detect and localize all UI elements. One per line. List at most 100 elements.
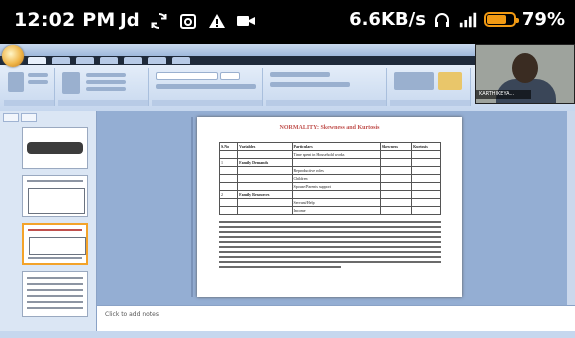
ribbon-tab-slideshow[interactable]	[124, 57, 142, 64]
table-cell	[379, 150, 413, 159]
table-cell: Servant/Help	[291, 198, 381, 207]
thumbnail-title-line	[28, 229, 82, 231]
table-header-cell: Skewness	[379, 142, 413, 151]
headphones-icon	[432, 10, 452, 30]
zoom-watermark: zoom	[483, 301, 557, 326]
table-cell	[379, 174, 413, 183]
table-row: Time spent in Household works	[218, 150, 441, 159]
pane-tabs	[3, 113, 37, 122]
table-cell	[411, 158, 441, 167]
battery-icon	[483, 12, 519, 27]
table-cell	[379, 198, 413, 207]
font-size-select[interactable]	[220, 72, 240, 80]
table-cell	[379, 158, 413, 167]
vertical-ruler	[191, 117, 193, 297]
font-name-select[interactable]	[156, 72, 218, 80]
slide-paragraph	[219, 221, 441, 287]
app-status-bar	[0, 331, 575, 338]
table-header-row: S.No Variables Particulars Skewness Kurt…	[218, 142, 441, 151]
thumbnail-graphic	[27, 142, 83, 154]
participant-head	[512, 53, 538, 83]
delete-button[interactable]	[86, 87, 126, 91]
table-cell	[237, 206, 293, 215]
thumbnail-line	[27, 307, 83, 309]
table-row: Children	[218, 174, 441, 183]
paste-icon[interactable]	[8, 72, 24, 92]
table-row: Reproductive roles	[218, 166, 441, 175]
table-row: Spouse/Parents support	[218, 182, 441, 191]
signal-icon	[458, 10, 478, 30]
slide-thumbnail-pane	[0, 111, 97, 331]
tab-outline[interactable]	[21, 113, 37, 122]
arrange-icon[interactable]	[438, 72, 462, 90]
slide-editor: NORMALITY: Skewness and Kurtosis S.No Va…	[97, 111, 575, 332]
tab-slides[interactable]	[3, 113, 19, 122]
table-cell	[411, 198, 441, 207]
warning-icon	[207, 11, 227, 31]
thumbnail-line	[27, 277, 83, 279]
status-time: 12:02 PM	[14, 9, 116, 31]
ribbon-tab-home[interactable]	[28, 57, 46, 64]
current-slide[interactable]: NORMALITY: Skewness and Kurtosis S.No Va…	[197, 117, 462, 297]
video-tile[interactable]: KARTHIKEYA...	[475, 44, 575, 104]
participant-name: KARTHIKEYA...	[476, 90, 531, 99]
table-header-cell: Particulars	[291, 142, 381, 151]
table-cell	[218, 182, 239, 191]
slide-thumbnail[interactable]	[22, 271, 88, 317]
thumbnail-line	[27, 289, 83, 291]
slide-thumbnail-selected[interactable]	[22, 223, 88, 265]
thumbnail-table	[28, 188, 85, 214]
table-cell	[379, 166, 413, 175]
table-cell	[379, 190, 413, 199]
slide-thumbnail[interactable]	[22, 127, 88, 169]
table-header-cell: S.No	[218, 142, 239, 151]
new-slide-icon[interactable]	[62, 72, 80, 94]
table-cell: Family Resources	[237, 190, 293, 199]
table-cell	[411, 182, 441, 191]
table-header-cell: Variables	[237, 142, 293, 151]
video-camera-icon	[236, 11, 256, 31]
shared-screen: NORMALITY: Skewness and Kurtosis S.No Va…	[0, 44, 575, 338]
ribbon-tab-design[interactable]	[76, 57, 94, 64]
table-cell	[237, 174, 293, 183]
thumbnail-table	[29, 237, 86, 255]
ribbon-group-label	[4, 100, 54, 106]
sync-icon	[149, 11, 169, 31]
thumbnail-line	[28, 257, 82, 259]
copy-icon[interactable]	[28, 80, 48, 84]
table-cell	[291, 158, 381, 167]
ribbon-tab-review[interactable]	[148, 57, 166, 64]
reset-button[interactable]	[86, 80, 126, 84]
table-cell: Spouse/Parents support	[291, 182, 381, 191]
table-cell	[237, 182, 293, 191]
ribbon-tab-insert[interactable]	[52, 57, 70, 64]
ribbon-group-drawing	[390, 68, 471, 106]
thumbnail-line	[27, 180, 83, 182]
align-buttons[interactable]	[270, 82, 350, 87]
table-cell	[218, 206, 239, 215]
table-row: Income	[218, 206, 441, 215]
table-cell	[411, 174, 441, 183]
ribbon-tab-animations[interactable]	[100, 57, 118, 64]
ribbon-group-label	[152, 100, 262, 106]
battery-level-fill	[486, 15, 506, 24]
table-cell: Children	[291, 174, 381, 183]
table-cell	[218, 166, 239, 175]
thumbnail-line	[27, 283, 83, 285]
cut-icon[interactable]	[28, 73, 48, 77]
list-buttons[interactable]	[270, 72, 330, 77]
table-row: Servant/Help	[218, 198, 441, 207]
ribbon-group-label	[390, 100, 470, 106]
font-format-buttons[interactable]	[156, 84, 256, 89]
shapes-gallery[interactable]	[394, 72, 434, 90]
layout-button[interactable]	[86, 73, 126, 77]
slide-thumbnail[interactable]	[22, 175, 88, 217]
vertical-scrollbar[interactable]	[567, 111, 575, 305]
office-button[interactable]	[2, 45, 24, 67]
table-row: 2 Family Resources	[218, 190, 441, 199]
table-cell	[291, 190, 381, 199]
battery-percent: 79%	[521, 9, 565, 30]
slide-table[interactable]: S.No Variables Particulars Skewness Kurt…	[218, 142, 441, 215]
ribbon-tab-view[interactable]	[172, 57, 190, 64]
table-cell: Time spent in Household works	[291, 150, 381, 159]
